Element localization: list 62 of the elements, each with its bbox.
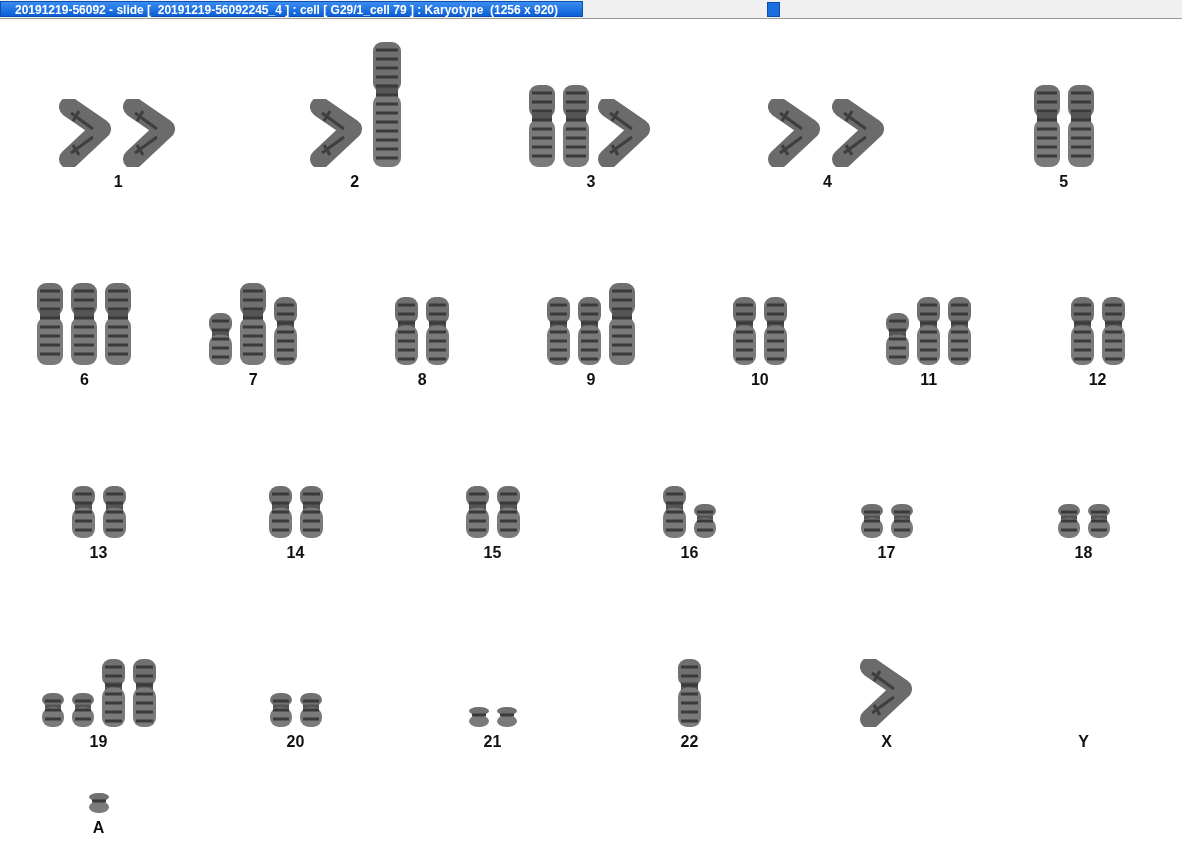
chromosome-drawing: [762, 297, 788, 365]
chromosome-drawing: [298, 486, 324, 538]
chromosome-drawing: [859, 504, 884, 538]
chromosome-number: 2: [350, 173, 360, 191]
chromosome-drawing: [1056, 504, 1081, 538]
chromosome-number: 16: [680, 544, 699, 562]
chromosome-drawing: [889, 504, 914, 538]
chromosome-number: 9: [586, 371, 596, 389]
chromosome-drawing: [425, 297, 451, 365]
chromosome-number: X: [881, 733, 892, 751]
chromosome-number: 7: [248, 371, 258, 389]
chromosome-number: 5: [1059, 173, 1069, 191]
chromosome-drawing: [131, 659, 157, 727]
window-title: 20191219-56092 - slide [ 20191219-56092245_4 ] : cell [ G29/1_cell 79 ] : Karyotype (1256 x 920): [0, 1, 583, 17]
chromosome-drawing: [268, 693, 293, 727]
chromosome-drawing: [1100, 297, 1126, 365]
chromosome-number: 21: [483, 733, 502, 751]
chromosome-number: Y: [1078, 733, 1089, 751]
chromosome-drawing: [208, 313, 234, 365]
chromosome-drawing: [70, 486, 96, 538]
chromosome-drawing: [731, 297, 757, 365]
chromosome-number: 4: [822, 173, 832, 191]
chromosome-drawing: [662, 486, 687, 538]
chromosome-number: 18: [1074, 544, 1093, 562]
chromosome-drawing: [1069, 297, 1095, 365]
chromosome-number: 1: [113, 173, 123, 191]
chromosome-drawing: [577, 297, 602, 365]
chromosome-drawing: [267, 486, 293, 538]
chromosome-drawing: [546, 297, 571, 365]
handle[interactable]: [767, 1, 780, 17]
chromosome-drawing: [1086, 504, 1111, 538]
chromosome-drawing: [101, 486, 127, 538]
chromosome-drawing: [916, 297, 942, 365]
chromosome-drawing: [467, 707, 490, 727]
chromosome-drawing: [677, 659, 702, 727]
chromosome-number: 3: [586, 173, 596, 191]
chromosome-number: 11: [920, 371, 938, 389]
chromosome-number: 8: [417, 371, 427, 389]
chromosome-number: 20: [286, 733, 305, 751]
chromosome-drawing: [100, 659, 126, 727]
chromosome-drawing: [464, 486, 490, 538]
chromosome-number: 17: [877, 544, 896, 562]
chromosome-drawing: [298, 693, 323, 727]
chromosome-number: 13: [89, 544, 108, 562]
chromosome-drawing: [87, 793, 110, 813]
chromosome-number: A: [92, 819, 105, 837]
chromosome-drawing: [40, 693, 65, 727]
chromosome-number: 22: [680, 733, 699, 751]
chromosome-drawing: [885, 313, 911, 365]
chromosome-number: 6: [79, 371, 89, 389]
chromosome-number: 15: [483, 544, 502, 562]
chromosome-drawing: [947, 297, 973, 365]
chromosome-drawing: [70, 693, 95, 727]
chromosome-drawing: [273, 297, 299, 365]
chromosome-number: 10: [750, 371, 769, 389]
chromosome-drawing: [394, 297, 420, 365]
chromosome-number: 12: [1088, 371, 1107, 389]
chromosome-number: 19: [89, 733, 108, 751]
chromosome-drawing: [495, 707, 518, 727]
chromosome-number: 14: [286, 544, 305, 562]
chromosome-drawing: [693, 504, 717, 538]
chromosome-drawing: [495, 486, 521, 538]
